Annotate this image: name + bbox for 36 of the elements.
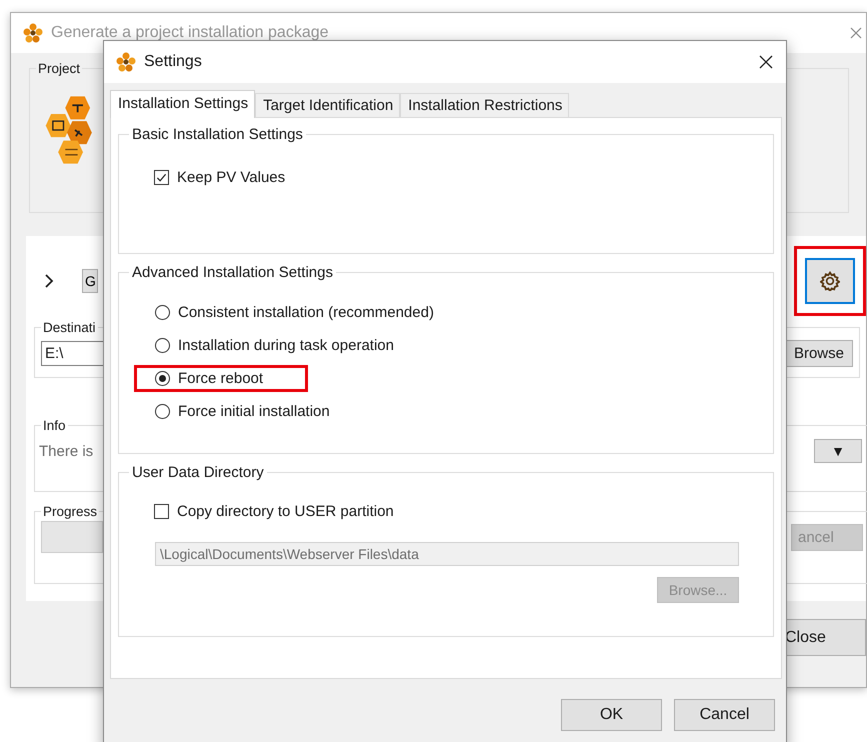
radio-button[interactable]: [155, 305, 170, 320]
dialog-title: Settings: [144, 53, 202, 71]
group-label: Progress: [42, 504, 98, 519]
radio-label: Installation during task operation: [178, 337, 394, 354]
checkbox-label: Keep PV Values: [177, 169, 286, 186]
settings-button[interactable]: [805, 258, 855, 304]
browse-button[interactable]: Browse: [784, 340, 853, 366]
radio-button[interactable]: [155, 338, 170, 353]
checkbox[interactable]: [154, 170, 169, 185]
radio-button[interactable]: [155, 404, 170, 419]
flower-icon: [116, 52, 136, 72]
group-label: Advanced Installation Settings: [131, 264, 334, 281]
radio-label: Force reboot: [178, 370, 264, 387]
group-label: Info: [42, 418, 67, 433]
group-label: Project: [37, 61, 82, 76]
group-label: Destinati: [42, 320, 97, 335]
radio-label: Force initial installation: [178, 403, 330, 420]
info-text: There is: [39, 442, 94, 460]
close-icon[interactable]: [759, 55, 773, 69]
group-label: Basic Installation Settings: [131, 126, 304, 143]
chevron-right-icon[interactable]: [44, 274, 54, 288]
tab[interactable]: Installation Settings: [110, 90, 256, 118]
radio-button[interactable]: [155, 371, 170, 386]
tab[interactable]: Target Identification: [255, 93, 400, 117]
radio-label: Consistent installation (recommended): [178, 304, 434, 321]
flower-icon: [23, 23, 43, 43]
checkbox[interactable]: [154, 504, 169, 519]
g-button[interactable]: G: [82, 269, 98, 293]
group-label: User Data Directory: [131, 464, 265, 481]
cancel-button[interactable]: Cancel: [674, 699, 775, 731]
checkbox-label: Copy directory to USER partition: [177, 503, 394, 520]
tab[interactable]: Installation Restrictions: [400, 93, 570, 117]
expand-button[interactable]: ▼: [814, 439, 862, 463]
ok-button[interactable]: OK: [561, 699, 662, 731]
window-title: Generate a project installation package: [51, 24, 329, 42]
settings-icon: [820, 271, 840, 291]
